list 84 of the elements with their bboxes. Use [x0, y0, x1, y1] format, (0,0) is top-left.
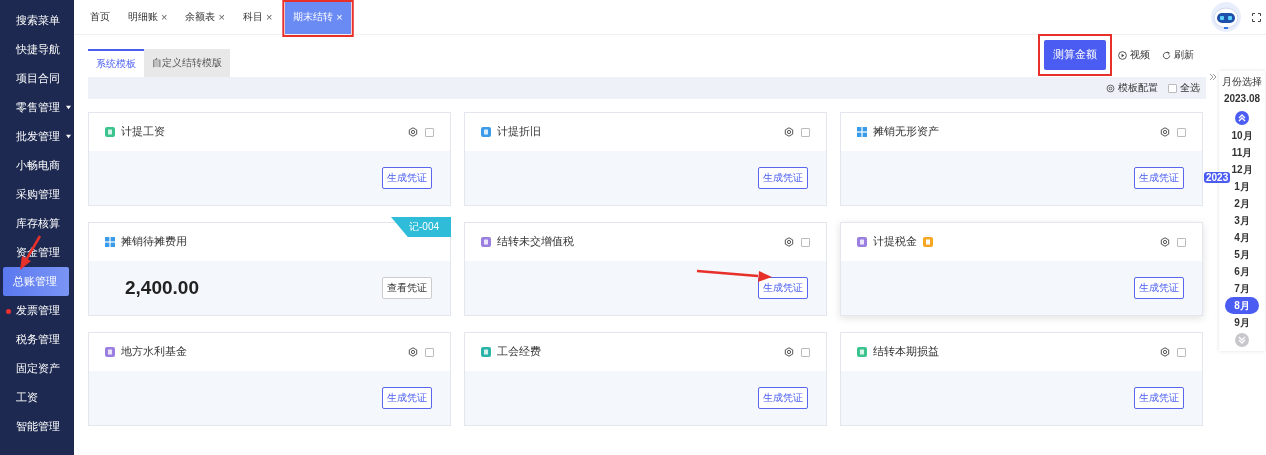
- month-item[interactable]: 9月: [1225, 314, 1259, 331]
- checkbox[interactable]: [1177, 237, 1186, 247]
- card-title: 摊销待摊费用: [121, 235, 187, 249]
- month-item[interactable]: 8月: [1225, 297, 1259, 314]
- month-item[interactable]: 3月: [1225, 212, 1259, 229]
- scroll-up-icon[interactable]: [1235, 111, 1249, 125]
- voucher-tag: 记-004: [391, 217, 451, 237]
- checkbox[interactable]: [425, 127, 434, 137]
- settings-icon[interactable]: [1160, 127, 1170, 137]
- close-icon[interactable]: ×: [265, 11, 273, 23]
- sidebar-item[interactable]: 项目合同: [3, 64, 71, 93]
- sidebar-item[interactable]: 采购管理: [3, 180, 71, 209]
- month-item[interactable]: 4月: [1225, 229, 1259, 246]
- sidebar-item[interactable]: 工资: [3, 383, 71, 412]
- card-title: 计提工资: [121, 125, 165, 139]
- tab[interactable]: 明细账 ×: [119, 0, 177, 34]
- card-title: 结转未交增值税: [497, 235, 574, 249]
- sidebar-item[interactable]: 固定资产: [3, 354, 71, 383]
- checkbox[interactable]: [1177, 127, 1186, 137]
- generate-voucher-button[interactable]: 生成凭证: [758, 387, 808, 409]
- year-badge: 2023: [1204, 172, 1231, 183]
- refresh-link[interactable]: 刷新: [1174, 48, 1194, 62]
- sidebar-item[interactable]: 搜索菜单: [3, 6, 71, 35]
- settings-icon[interactable]: [408, 347, 418, 357]
- checkbox[interactable]: [801, 237, 810, 247]
- generate-voucher-button[interactable]: 生成凭证: [758, 277, 808, 299]
- tab[interactable]: 首页: [81, 0, 119, 34]
- calculate-button[interactable]: 测算金额: [1044, 40, 1106, 70]
- template-config-link[interactable]: 模板配置: [1118, 81, 1158, 95]
- generate-voucher-button[interactable]: 生成凭证: [758, 167, 808, 189]
- settings-icon[interactable]: [408, 127, 418, 137]
- settings-icon[interactable]: [1160, 347, 1170, 357]
- card-title: 结转本期损益: [873, 345, 939, 359]
- generate-voucher-button[interactable]: 生成凭证: [1134, 277, 1184, 299]
- video-link[interactable]: 视频: [1130, 48, 1150, 62]
- month-item[interactable]: 2月: [1225, 195, 1259, 212]
- subtab[interactable]: 自定义结转模版: [144, 49, 230, 77]
- checkbox[interactable]: [1177, 347, 1186, 357]
- checkbox[interactable]: [801, 127, 810, 137]
- highlight-box: [282, 0, 354, 37]
- checkbox[interactable]: [425, 347, 434, 357]
- collapse-icon[interactable]: [1209, 73, 1217, 81]
- checkbox[interactable]: [801, 347, 810, 357]
- tab[interactable]: 余额表 ×: [176, 0, 234, 34]
- card-title: 工会经费: [497, 345, 541, 359]
- sidebar-item[interactable]: 税务管理: [3, 325, 71, 354]
- checkbox[interactable]: [1168, 83, 1177, 93]
- sidebar-item[interactable]: 零售管理: [3, 93, 71, 122]
- sidebar-item[interactable]: 智能管理: [3, 412, 71, 441]
- play-icon: [1118, 50, 1127, 60]
- settings-icon[interactable]: [784, 237, 794, 247]
- sidebar-item[interactable]: 快捷导航: [3, 35, 71, 64]
- card-title: 摊销无形资产: [873, 125, 939, 139]
- sidebar-item[interactable]: 库存核算: [3, 209, 71, 238]
- select-all-label: 全选: [1180, 81, 1200, 95]
- card-title: 地方水利基金: [121, 345, 187, 359]
- panel-title: 月份选择: [1222, 74, 1262, 89]
- view-voucher-button[interactable]: 查看凭证: [382, 277, 432, 299]
- generate-voucher-button[interactable]: 生成凭证: [382, 167, 432, 189]
- refresh-icon: [1162, 50, 1171, 60]
- card-title: 计提税金: [873, 235, 917, 249]
- month-item[interactable]: 10月: [1225, 127, 1259, 144]
- amount: 2,400.00: [124, 277, 199, 299]
- month-item[interactable]: 11月: [1225, 144, 1259, 161]
- sidebar-item[interactable]: 发票管理: [3, 296, 71, 325]
- close-icon[interactable]: ×: [161, 11, 168, 23]
- current-period: 2023.08: [1223, 91, 1261, 106]
- generate-voucher-button[interactable]: 生成凭证: [382, 387, 432, 409]
- month-item[interactable]: 7月: [1225, 280, 1259, 297]
- settings-icon: [1106, 83, 1115, 93]
- tab[interactable]: 科目 ×: [233, 0, 282, 34]
- month-item[interactable]: 5月: [1225, 246, 1259, 263]
- sidebar-item[interactable]: 小畅电商: [3, 151, 71, 180]
- sidebar-item[interactable]: 批发管理: [3, 122, 71, 151]
- robot-icon[interactable]: [1210, 1, 1242, 33]
- settings-icon[interactable]: [784, 127, 794, 137]
- settings-icon[interactable]: [1160, 237, 1170, 247]
- generate-voucher-button[interactable]: 生成凭证: [1134, 167, 1184, 189]
- card-title: 计提折旧: [497, 125, 541, 139]
- fullscreen-icon[interactable]: [1252, 12, 1261, 22]
- close-icon[interactable]: ×: [218, 11, 225, 23]
- settings-icon[interactable]: [784, 347, 794, 357]
- month-item[interactable]: 6月: [1225, 263, 1259, 280]
- generate-voucher-button[interactable]: 生成凭证: [1134, 387, 1184, 409]
